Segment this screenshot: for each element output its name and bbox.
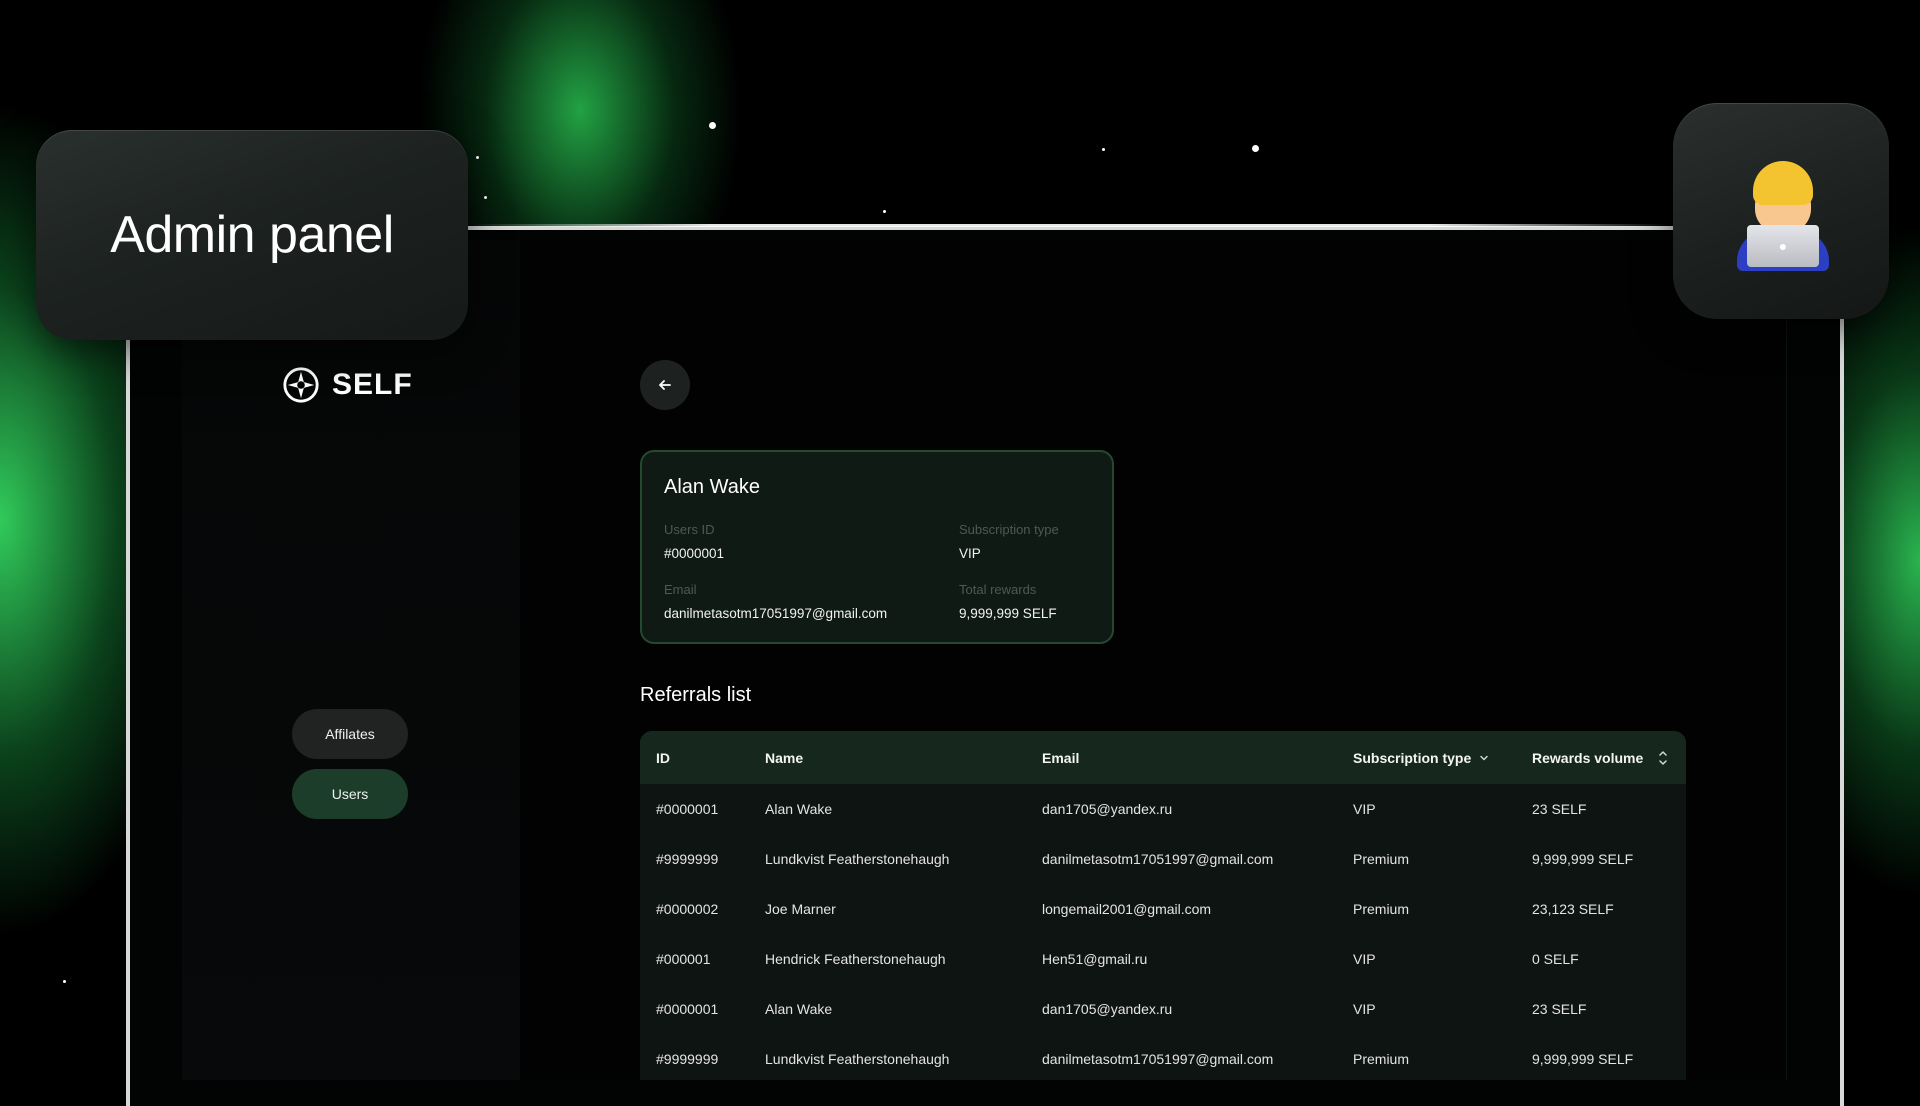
star-decoration	[484, 196, 487, 199]
cell-name: Lundkvist Featherstonehaugh	[765, 851, 950, 867]
laptop-icon: ●	[1747, 225, 1819, 267]
cell-subscription: VIP	[1353, 951, 1376, 967]
self-logo-icon	[283, 367, 319, 403]
cell-email: longemail2001@gmail.com	[1042, 901, 1212, 917]
column-header-subscription-label: Subscription type	[1353, 749, 1472, 766]
column-header-name: Name	[765, 749, 804, 766]
emoji-hair-shape	[1753, 161, 1813, 205]
referrals-table: ID Name Email Subscription type Rewards …	[640, 731, 1686, 1080]
cell-id: #9999999	[656, 1051, 719, 1067]
cell-subscription: Premium	[1353, 1051, 1410, 1067]
cell-rewards: 9,999,999 SELF	[1532, 851, 1634, 867]
table-row[interactable]: #9999999 Lundkvist Featherstonehaugh dan…	[640, 834, 1686, 884]
cell-name: Hendrick Featherstonehaugh	[765, 951, 946, 967]
cell-subscription: VIP	[1353, 801, 1376, 817]
promo-title: Admin panel	[110, 206, 394, 264]
star-decoration	[63, 980, 66, 983]
total-rewards-label: Total rewards	[959, 582, 1037, 597]
admin-panel-title-card: Admin panel	[36, 130, 468, 340]
cell-subscription: Premium	[1353, 851, 1410, 867]
cell-email: danilmetasotm17051997@gmail.com	[1042, 851, 1274, 867]
sort-updown-icon	[1659, 750, 1668, 765]
cell-name: Joe Marner	[765, 901, 836, 917]
cell-rewards: 23,123 SELF	[1532, 901, 1614, 917]
cell-rewards: 23 SELF	[1532, 1001, 1587, 1017]
technologist-emoji-icon: ●	[1737, 161, 1829, 271]
cell-email: dan1705@yandex.ru	[1042, 1001, 1173, 1017]
table-row[interactable]: #0000001 Alan Wake dan1705@yandex.ru VIP…	[640, 984, 1686, 1034]
cell-subscription: Premium	[1353, 901, 1410, 917]
column-header-rewards[interactable]: Rewards volume	[1532, 731, 1669, 784]
nav-affiliates-button[interactable]: Affilates	[292, 709, 408, 759]
subscription-type-label: Subscription type	[959, 522, 1059, 537]
user-details-card: Alan Wake Users ID #0000001 Subscription…	[640, 450, 1114, 644]
subscription-type-value: VIP	[959, 546, 981, 561]
back-button[interactable]	[640, 360, 690, 410]
chevron-down-icon	[1480, 755, 1488, 760]
total-rewards-value: 9,999,999 SELF	[959, 606, 1057, 621]
screen-edge-highlight	[470, 224, 1670, 227]
app-logo[interactable]: SELF	[282, 366, 413, 404]
cell-subscription: VIP	[1353, 1001, 1376, 1017]
table-row[interactable]: #0000001 Alan Wake dan1705@yandex.ru VIP…	[640, 784, 1686, 834]
email-value: danilmetasotm17051997@gmail.com	[664, 606, 888, 621]
column-header-id: ID	[656, 749, 670, 766]
cell-rewards: 23 SELF	[1532, 801, 1587, 817]
logo-text: SELF	[332, 368, 413, 401]
star-decoration	[709, 122, 716, 129]
cell-name: Alan Wake	[765, 1001, 833, 1017]
users-id-label: Users ID	[664, 522, 715, 537]
cell-id: #000001	[656, 951, 711, 967]
column-header-email: Email	[1042, 749, 1080, 766]
cell-email: dan1705@yandex.ru	[1042, 801, 1173, 817]
star-decoration	[883, 210, 886, 213]
star-decoration	[1102, 148, 1105, 151]
cell-id: #0000001	[656, 801, 719, 817]
column-header-rewards-label: Rewards volume	[1532, 749, 1644, 766]
star-decoration	[1252, 145, 1259, 152]
nav-users-button[interactable]: Users	[292, 769, 408, 819]
table-row[interactable]: #9999999 Lundkvist Featherstonehaugh dan…	[640, 1034, 1686, 1080]
cell-email: danilmetasotm17051997@gmail.com	[1042, 1051, 1274, 1067]
table-header: ID Name Email Subscription type Rewards …	[640, 731, 1686, 784]
cell-name: Alan Wake	[765, 801, 833, 817]
user-name: Alan Wake	[664, 476, 760, 498]
table-row[interactable]: #0000002 Joe Marner longemail2001@gmail.…	[640, 884, 1686, 934]
cell-id: #0000002	[656, 901, 719, 917]
cell-id: #9999999	[656, 851, 719, 867]
cell-name: Lundkvist Featherstonehaugh	[765, 1051, 950, 1067]
users-id-value: #0000001	[664, 546, 725, 561]
referrals-list-title: Referrals list	[640, 684, 752, 706]
email-label: Email	[664, 582, 697, 597]
cell-rewards: 0 SELF	[1532, 951, 1579, 967]
column-header-subscription[interactable]: Subscription type	[1353, 731, 1489, 784]
arrow-left-icon	[659, 380, 671, 390]
emoji-card: ●	[1673, 103, 1889, 319]
star-decoration	[476, 156, 479, 159]
table-row[interactable]: #000001 Hendrick Featherstonehaugh Hen51…	[640, 934, 1686, 984]
cell-id: #0000001	[656, 1001, 719, 1017]
cell-email: Hen51@gmail.ru	[1042, 951, 1148, 967]
cell-rewards: 9,999,999 SELF	[1532, 1051, 1634, 1067]
